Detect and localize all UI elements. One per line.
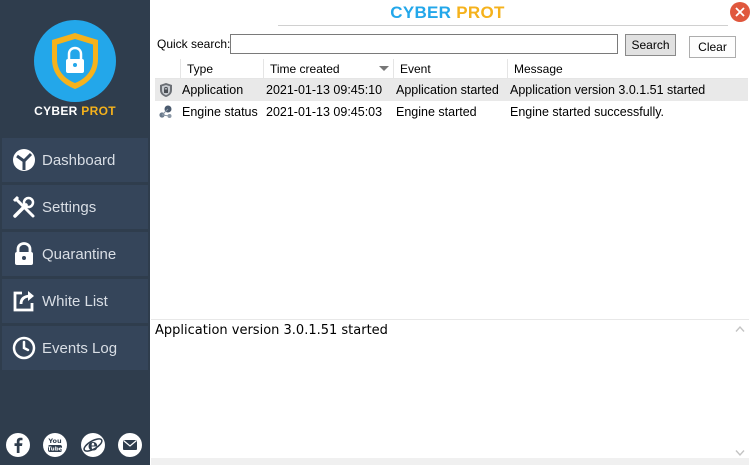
table-row[interactable]: Application 2021-01-13 09:45:10 Applicat… xyxy=(155,79,748,101)
sidebar-item-label: Events Log xyxy=(42,339,118,357)
title-word-prot: PROT xyxy=(456,3,505,22)
column-header-time-created[interactable]: Time created xyxy=(263,59,393,79)
share-icon xyxy=(12,289,36,313)
engine-icon xyxy=(159,105,172,118)
status-bar xyxy=(151,458,749,465)
sidebar-item-white-list[interactable]: White List xyxy=(2,279,148,323)
scroll-down-icon[interactable] xyxy=(735,449,745,457)
cell-time: 2021-01-13 09:45:10 xyxy=(266,83,383,97)
shield-logo-icon xyxy=(52,33,98,89)
event-detail-text: Application version 3.0.1.51 started xyxy=(155,323,388,338)
column-header-label: Type xyxy=(187,62,214,76)
scroll-up-icon[interactable] xyxy=(735,325,745,333)
column-header-message[interactable]: Message xyxy=(507,59,748,79)
title-divider xyxy=(278,25,728,26)
title-word-cyber: CYBER xyxy=(390,3,452,22)
quick-search-label: Quick search: xyxy=(157,37,231,51)
search-input[interactable] xyxy=(230,34,618,54)
clock-icon xyxy=(12,336,36,360)
sidebar-item-events-log[interactable]: Events Log xyxy=(2,326,148,370)
events-table: Type Time created Event Message Applicat… xyxy=(155,59,748,315)
sidebar-item-label: Dashboard xyxy=(42,151,116,169)
clear-button[interactable]: Clear xyxy=(689,36,736,58)
column-header-type[interactable]: Type xyxy=(180,59,263,79)
app-logo xyxy=(34,20,116,102)
svg-text:Tube: Tube xyxy=(48,447,63,453)
column-header-label: Message xyxy=(514,62,563,76)
email-icon[interactable] xyxy=(117,432,143,458)
cell-time: 2021-01-13 09:45:03 xyxy=(266,105,383,119)
svg-text:e: e xyxy=(88,436,98,455)
sidebar-item-settings[interactable]: Settings xyxy=(2,185,148,229)
sidebar-item-label: White List xyxy=(42,292,108,310)
lock-icon xyxy=(12,242,36,266)
sort-descending-icon xyxy=(379,66,389,71)
facebook-icon[interactable] xyxy=(5,432,31,458)
sidebar: CYBER PROT Dashboard Settings Quarantine… xyxy=(0,0,150,465)
sidebar-item-quarantine[interactable]: Quarantine xyxy=(2,232,148,276)
dashboard-icon xyxy=(12,148,36,172)
search-button[interactable]: Search xyxy=(625,34,676,56)
sidebar-item-label: Quarantine xyxy=(42,245,117,263)
logo-word-prot: PROT xyxy=(81,104,116,118)
app-title: CYBER PROT xyxy=(300,3,595,23)
cell-message: Engine started successfully. xyxy=(510,105,665,119)
column-header-event[interactable]: Event xyxy=(393,59,507,79)
column-header-label: Time created xyxy=(270,62,340,76)
cell-type: Engine status xyxy=(182,105,258,119)
internet-explorer-icon[interactable]: e xyxy=(80,432,106,458)
settings-icon xyxy=(12,195,36,219)
cell-type: Application xyxy=(182,83,244,97)
column-header-label: Event xyxy=(400,62,431,76)
event-detail-pane[interactable]: Application version 3.0.1.51 started xyxy=(151,319,749,461)
table-row[interactable]: Engine status 2021-01-13 09:45:03 Engine… xyxy=(155,101,748,123)
close-icon xyxy=(735,7,745,17)
cell-event: Engine started xyxy=(396,105,477,119)
youtube-icon[interactable]: You Tube xyxy=(42,432,68,458)
sidebar-item-label: Settings xyxy=(42,198,97,216)
table-header: Type Time created Event Message xyxy=(155,59,748,79)
sidebar-item-dashboard[interactable]: Dashboard xyxy=(2,138,148,182)
cell-event: Application started xyxy=(396,83,499,97)
cell-message: Application version 3.0.1.51 started xyxy=(510,83,706,97)
logo-word-cyber: CYBER xyxy=(34,104,78,118)
shield-icon xyxy=(160,83,172,97)
close-button[interactable] xyxy=(730,2,750,22)
svg-text:You: You xyxy=(47,437,62,445)
logo-text: CYBER PROT xyxy=(0,104,150,118)
